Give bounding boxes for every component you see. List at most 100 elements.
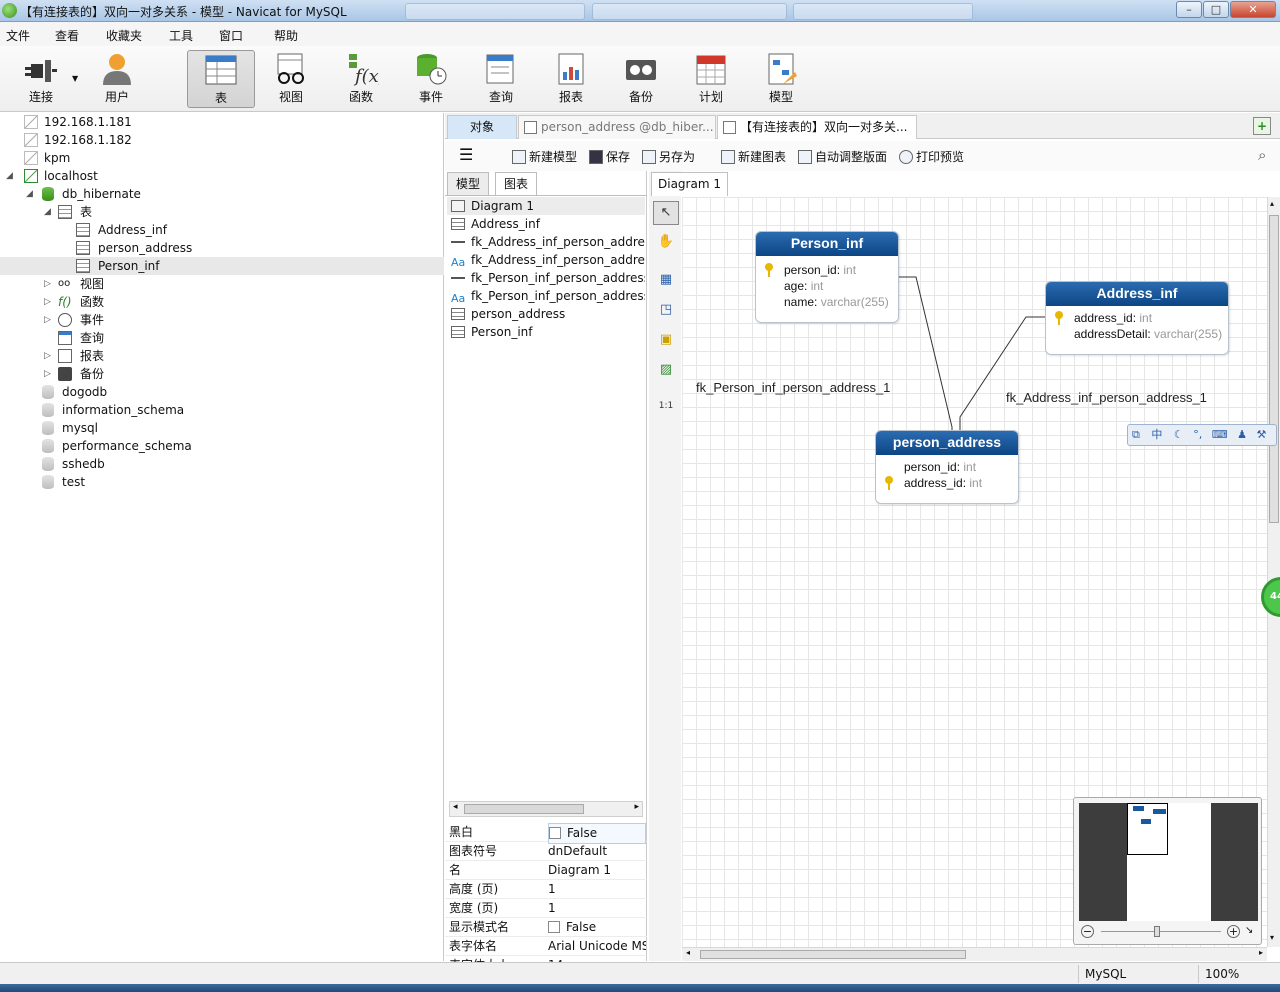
relation-line[interactable] [898,276,953,430]
list-item-foreign-key[interactable]: fk_Address_inf_person_address_1 [447,233,645,251]
ime-mode-label[interactable]: 中 [1151,428,1162,441]
tab-model[interactable]: 【有连接表的】双向一对多关... [717,115,917,139]
expand-arrow-icon[interactable]: ▷ [44,275,51,293]
property-row[interactable]: 黑白 False [445,823,647,844]
background-window-tab[interactable] [592,3,787,20]
property-value[interactable]: 1 [548,899,646,918]
relation-label[interactable]: fk_Address_inf_person_address_1 [1006,390,1207,405]
checkbox[interactable] [549,827,561,839]
expand-arrow-icon[interactable]: ▷ [44,365,51,383]
tree-item-mysql[interactable]: mysql [0,419,444,437]
user-button[interactable]: 用户 [83,50,151,108]
scroll-up-icon[interactable]: ▴ [1270,199,1274,208]
tree-item-sshedb[interactable]: sshedb [0,455,444,473]
save-as-button[interactable]: 另存为 [642,148,695,165]
auto-layout-button[interactable]: 自动调整版面 [798,148,887,165]
tree-item-queries[interactable]: 查询 [0,329,444,347]
tree-item-tables[interactable]: ◢ 表 [0,203,444,221]
property-row[interactable]: 高度 (页) 1 [445,880,647,899]
zoom-in-icon[interactable]: + [1227,925,1240,938]
expand-arrow-icon[interactable]: ◢ [44,203,51,221]
property-row[interactable]: 表字体名 Arial Unicode MS [445,937,647,956]
scroll-left-icon[interactable]: ◂ [453,802,458,812]
property-row[interactable]: 名 Diagram 1 [445,861,647,880]
tab-person-address-table[interactable]: person_address @db_hiber... [518,115,716,139]
print-preview-button[interactable]: 打印预览 [899,148,964,165]
view-button[interactable]: 视图 [257,50,325,108]
entity-field[interactable]: person_id: int [756,262,898,278]
table-button[interactable]: 表 [187,50,255,108]
connect-button[interactable]: 连接 [7,50,75,108]
entity-field[interactable]: addressDetail: varchar(255) [1046,326,1228,342]
event-button[interactable]: 事件 [397,50,465,108]
list-item-diagram[interactable]: Diagram 1 [447,197,645,215]
subtab-model[interactable]: 模型 [447,172,490,195]
new-diagram-button[interactable]: 新建图表 [721,148,786,165]
list-item-foreign-key[interactable]: fk_Person_inf_person_address_1 [447,269,645,287]
keyboard-icon[interactable]: ⌨ [1212,428,1228,441]
model-button[interactable]: 模型 [747,50,815,108]
menu-view[interactable]: 查看 [55,27,79,44]
menu-favorites[interactable]: 收藏夹 [106,27,142,44]
punctuation-icon[interactable]: °, [1193,428,1202,441]
scrollbar-thumb[interactable] [464,804,584,814]
entity-address-inf[interactable]: Address_inf address_id: int addressDetai… [1045,281,1229,355]
tree-item-performance-schema[interactable]: performance_schema [0,437,444,455]
hand-tool-icon[interactable]: ✋ [653,231,679,255]
entity-person-address[interactable]: person_address person_id: int address_id… [875,430,1019,504]
scrollbar-thumb[interactable] [1269,215,1279,523]
property-row[interactable]: 图表符号 dnDefault [445,842,647,861]
tree-item-db-hibernate[interactable]: ◢ db_hibernate [0,185,444,203]
user-icon[interactable]: ♟ [1237,428,1247,441]
function-button[interactable]: f(x) 函数 [327,50,395,108]
canvas-vertical-scrollbar[interactable]: ▴ ▾ [1267,197,1280,947]
expand-arrow-icon[interactable]: ◢ [26,185,33,203]
save-button[interactable]: 保存 [589,148,630,165]
property-value[interactable]: False [548,918,646,937]
pointer-tool-icon[interactable]: ↖ [653,201,679,225]
schedule-button[interactable]: 计划 [677,50,745,108]
tab-diagram-1[interactable]: Diagram 1 [651,172,728,196]
tree-item-reports[interactable]: ▷ 报表 [0,347,444,365]
entity-person-inf[interactable]: Person_inf person_id: int age: int name:… [755,231,899,323]
subtab-diagram[interactable]: 图表 [495,172,538,195]
tree-item-functions[interactable]: ▷ f() 函数 [0,293,444,311]
menu-window[interactable]: 窗口 [219,27,243,44]
menu-icon[interactable]: ☰ [459,145,473,164]
note-tool-icon[interactable]: ▣ [653,329,679,353]
ime-floating-toolbar[interactable]: ⧉ 中 ☾ °, ⌨ ♟ ⚒ [1127,424,1277,446]
tree-item-address-inf[interactable]: Address_inf [0,221,444,239]
moon-icon[interactable]: ☾ [1174,428,1184,441]
tab-objects[interactable]: 对象 [447,115,517,139]
property-value[interactable]: 1 [548,880,646,899]
menu-tools[interactable]: 工具 [169,27,193,44]
entity-field[interactable]: age: int [756,278,898,294]
search-icon[interactable]: ⌕ [1258,146,1266,164]
list-item-table[interactable]: Address_inf [447,215,645,233]
menu-file[interactable]: 文件 [6,27,30,44]
scroll-down-icon[interactable]: ▾ [1270,933,1274,942]
property-value[interactable]: Arial Unicode MS [548,937,646,956]
tree-item-information-schema[interactable]: information_schema [0,401,444,419]
property-row[interactable]: 显示模式名 False [445,918,647,937]
new-model-button[interactable]: 新建模型 [512,148,577,165]
scroll-right-icon[interactable]: ▸ [634,802,639,812]
list-item-table[interactable]: Person_inf [447,323,645,341]
relation-line[interactable] [959,316,1045,430]
tree-item-events[interactable]: ▷ 事件 [0,311,444,329]
expand-arrow-icon[interactable]: ◢ [6,167,13,185]
minimap-area[interactable] [1079,803,1258,921]
tree-item-backups[interactable]: ▷ 备份 [0,365,444,383]
expand-arrow-icon[interactable]: ▷ [44,347,51,365]
resize-grip-icon[interactable]: ↘ [1245,925,1253,936]
expand-arrow-icon[interactable]: ▷ [44,311,51,329]
report-button[interactable]: 报表 [537,50,605,108]
tree-item-kpm[interactable]: kpm [0,149,444,167]
minimap-viewport[interactable] [1127,803,1168,855]
zoom-slider-track[interactable] [1101,931,1221,932]
wrench-icon[interactable]: ⚒ [1257,428,1267,441]
list-item-label-object[interactable]: Aa fk_Person_inf_person_address_1 [447,287,645,305]
object-list-scrollbar[interactable]: ◂ ▸ [449,801,643,817]
zoom-out-icon[interactable]: − [1081,925,1094,938]
maximize-button[interactable]: □ [1203,1,1229,18]
